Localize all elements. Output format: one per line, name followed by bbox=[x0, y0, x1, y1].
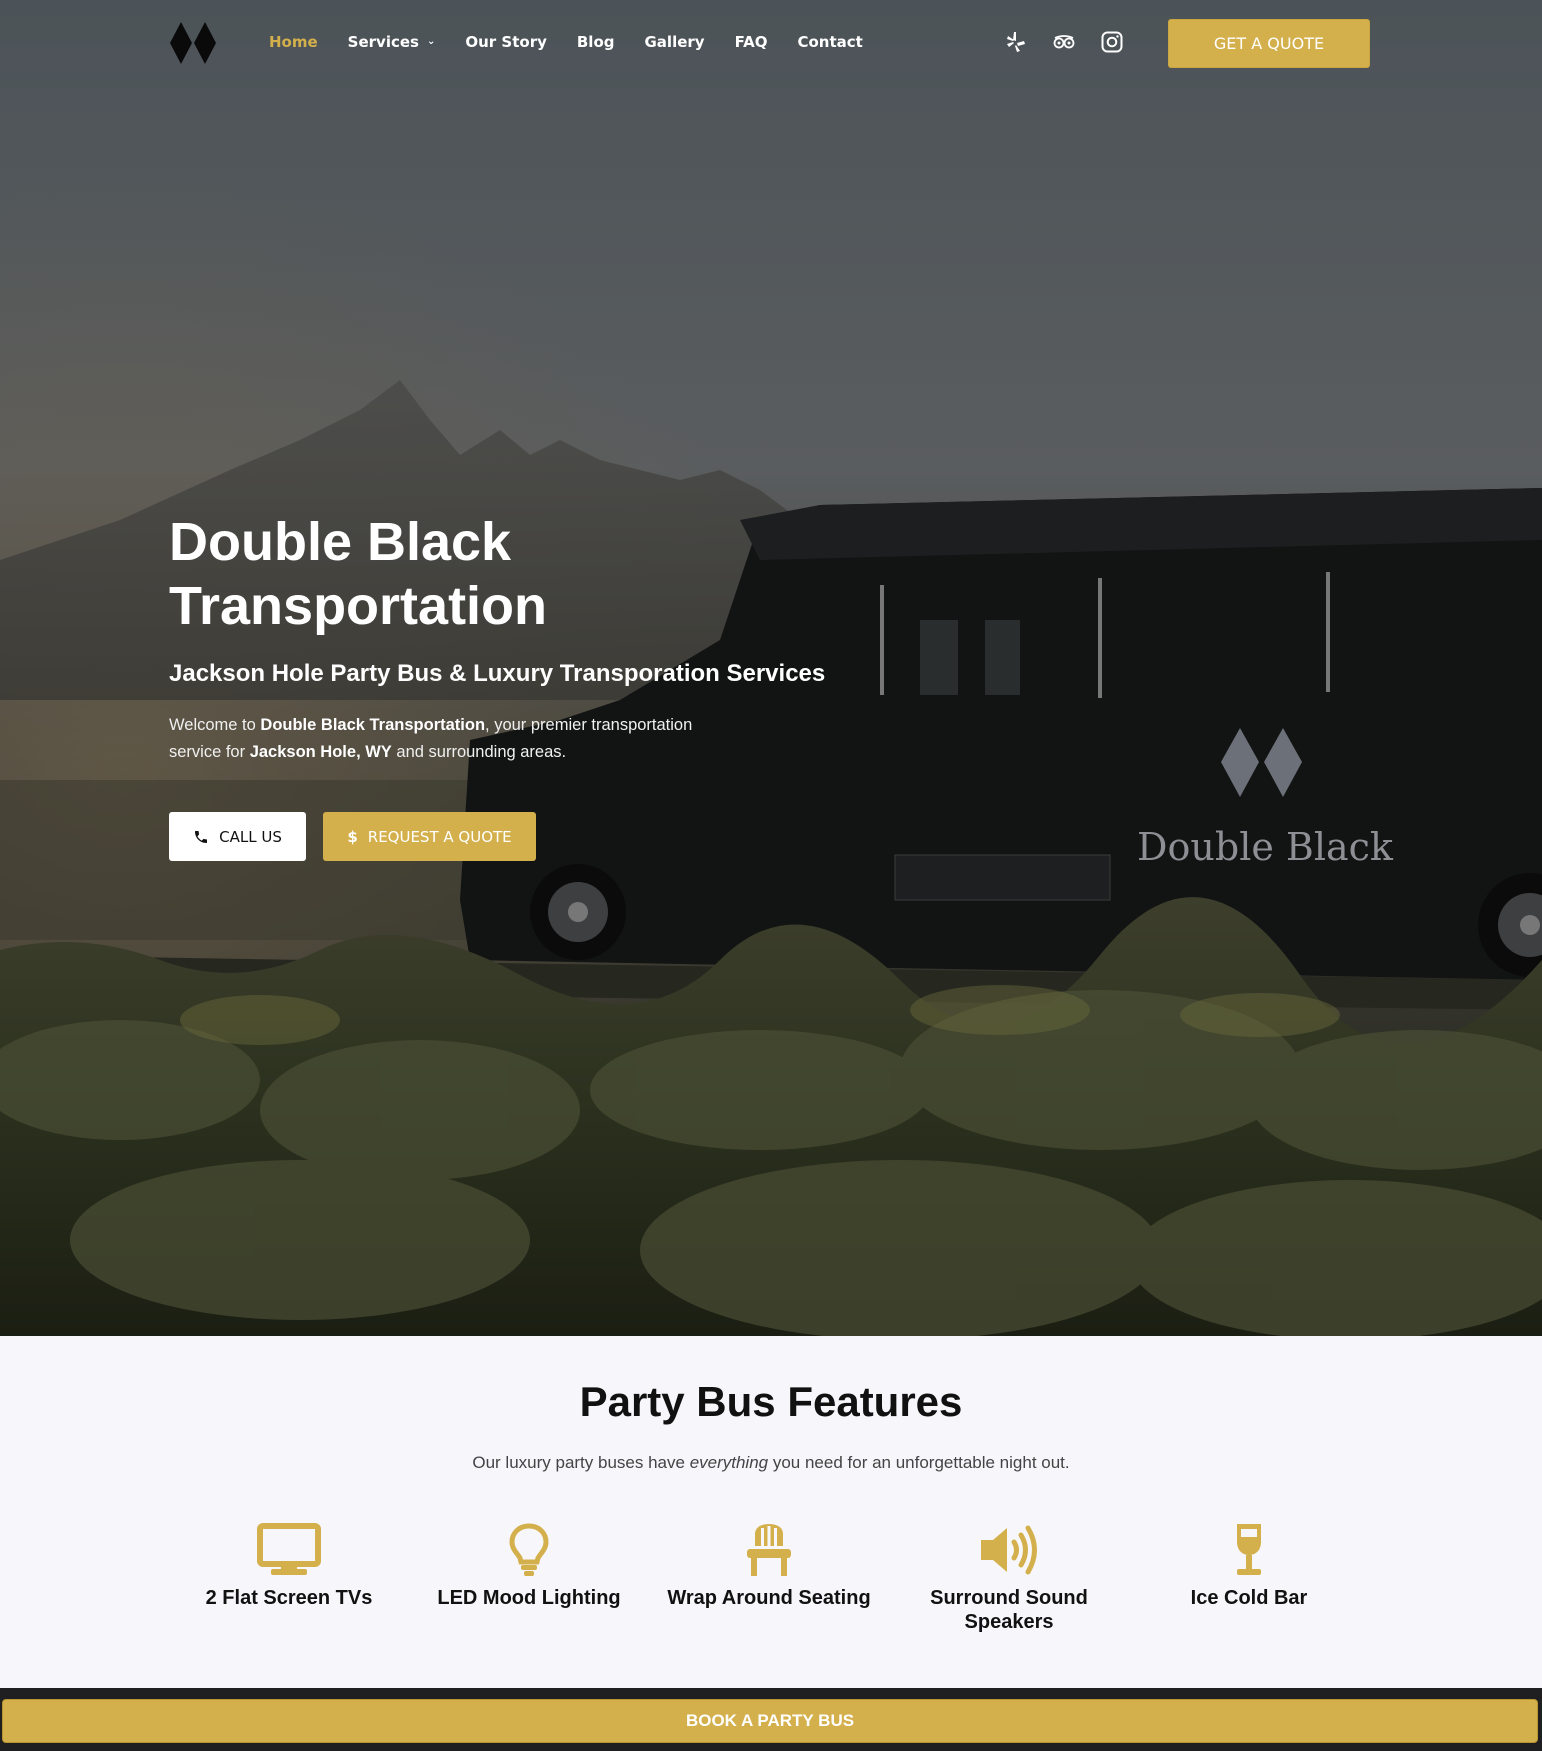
hero-intro-text: Welcome to Double Black Transportation, … bbox=[169, 712, 729, 766]
features-lead: Our luxury party buses have everything y… bbox=[0, 1453, 1542, 1473]
get-a-quote-button[interactable]: GET A QUOTE bbox=[1168, 19, 1370, 68]
features-lead-emphasis: everything bbox=[689, 1453, 769, 1472]
nav-item-blog[interactable]: Blog bbox=[577, 30, 615, 54]
brand-logo-icon[interactable] bbox=[170, 22, 218, 64]
intro-text-prefix: Welcome to bbox=[169, 716, 261, 734]
tripadvisor-icon[interactable] bbox=[1052, 30, 1076, 54]
chevron-down-icon: ⌄ bbox=[426, 36, 436, 47]
nav-item-label: Our Story bbox=[465, 33, 547, 51]
sticky-booking-bar: BOOK A PARTY BUS bbox=[0, 1688, 1542, 1751]
nav-item-gallery[interactable]: Gallery bbox=[645, 30, 705, 54]
lightbulb-icon bbox=[509, 1523, 549, 1576]
feature-label: Surround Sound Speakers bbox=[930, 1587, 1088, 1633]
feature-item: Surround Sound Speakers bbox=[899, 1522, 1119, 1634]
feature-label: Ice Cold Bar bbox=[1190, 1587, 1308, 1609]
nav-item-faq[interactable]: FAQ bbox=[735, 30, 768, 54]
phone-icon bbox=[195, 830, 208, 843]
call-us-label: CALL US bbox=[219, 827, 282, 846]
feature-item: Wrap Around Seating bbox=[659, 1522, 879, 1610]
instagram-icon[interactable] bbox=[1100, 30, 1124, 54]
top-navigation: Home Services ⌄ Our Story Blog Gallery FA… bbox=[0, 0, 1542, 86]
request-quote-label: REQUEST A QUOTE bbox=[367, 827, 512, 846]
hero-section: Double Black Home Services ⌄ Our Story B… bbox=[0, 0, 1542, 1336]
tv-icon bbox=[257, 1523, 321, 1575]
nav-item-contact[interactable]: Contact bbox=[797, 30, 862, 54]
chair-icon bbox=[747, 1524, 791, 1576]
speaker-icon bbox=[981, 1525, 1037, 1575]
feature-label: Wrap Around Seating bbox=[667, 1587, 871, 1609]
bus-lettering: Double Black bbox=[1137, 825, 1394, 869]
nav-item-home[interactable]: Home bbox=[269, 30, 318, 54]
nav-item-label: Home bbox=[269, 33, 318, 51]
book-a-party-bus-button[interactable]: BOOK A PARTY BUS bbox=[2, 1699, 1538, 1743]
nav-item-label: Contact bbox=[797, 33, 863, 51]
nav-item-label: Services bbox=[347, 33, 419, 51]
main-menu: Home Services ⌄ Our Story Blog Gallery FA… bbox=[269, 30, 893, 54]
intro-location: Jackson Hole, WY bbox=[249, 743, 392, 761]
call-us-button[interactable]: CALL US bbox=[169, 812, 306, 861]
nav-item-our-story[interactable]: Our Story bbox=[465, 30, 547, 54]
feature-item: Ice Cold Bar bbox=[1139, 1522, 1359, 1610]
nav-item-label: Gallery bbox=[644, 33, 705, 51]
hero-subtitle: Jackson Hole Party Bus & Luxury Transpor… bbox=[169, 660, 826, 687]
party-bus-features-section: Party Bus Features Our luxury party buse… bbox=[0, 1336, 1542, 1688]
hero-title: Double Black Transportation bbox=[169, 512, 548, 636]
feature-label: LED Mood Lighting bbox=[437, 1587, 621, 1609]
features-lead-suffix: you need for an unforgettable night out. bbox=[768, 1453, 1070, 1472]
yelp-icon[interactable] bbox=[1004, 30, 1028, 54]
feature-item: LED Mood Lighting bbox=[419, 1522, 639, 1610]
dollar-icon: $ bbox=[347, 827, 358, 846]
nav-item-label: FAQ bbox=[734, 33, 768, 51]
nav-item-label: Blog bbox=[576, 33, 615, 51]
nav-item-services[interactable]: Services ⌄ bbox=[348, 30, 436, 54]
request-a-quote-button[interactable]: $ REQUEST A QUOTE bbox=[323, 812, 536, 861]
social-links bbox=[1004, 30, 1124, 54]
features-lead-prefix: Our luxury party buses have bbox=[472, 1453, 690, 1472]
features-title: Party Bus Features bbox=[579, 1378, 963, 1425]
feature-label: 2 Flat Screen TVs bbox=[205, 1587, 373, 1609]
wine-glass-icon bbox=[1237, 1524, 1261, 1575]
intro-text-suffix: and surrounding areas. bbox=[391, 743, 567, 761]
feature-item: 2 Flat Screen TVs bbox=[179, 1522, 399, 1610]
intro-brand-name: Double Black Transportation bbox=[260, 716, 486, 734]
